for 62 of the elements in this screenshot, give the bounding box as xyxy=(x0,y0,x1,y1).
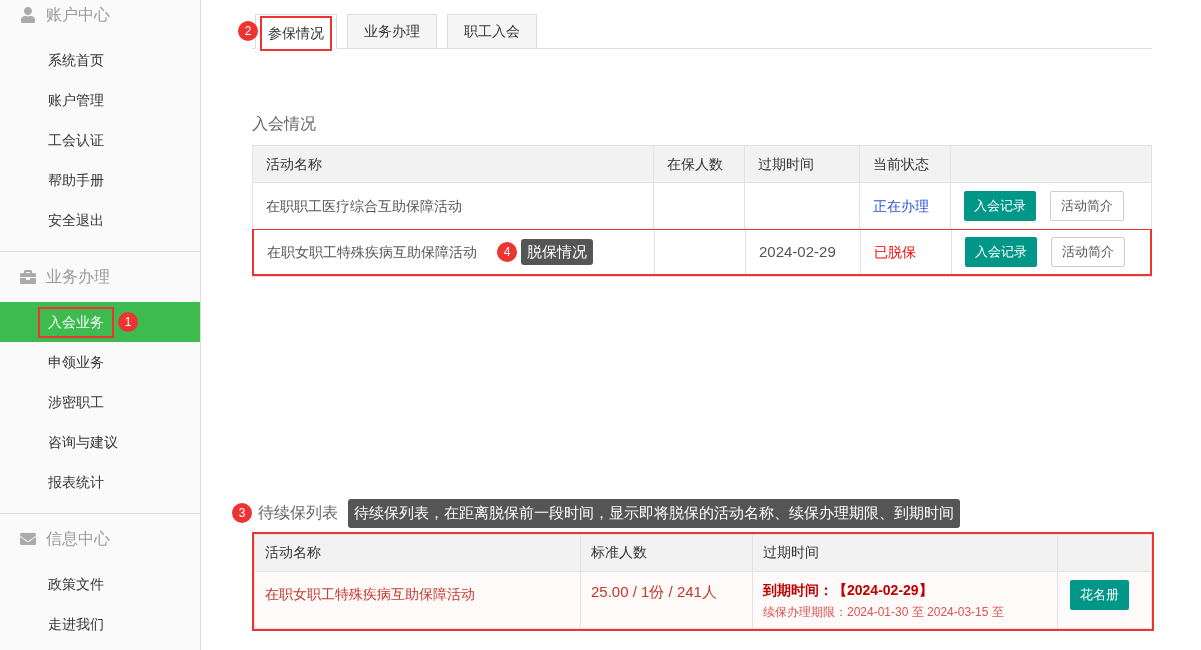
section-title: 待续保列表 xyxy=(258,503,338,524)
briefcase-icon xyxy=(20,269,36,285)
sidebar-item-label: 报表统计 xyxy=(47,472,105,492)
annotation-number: 3 xyxy=(232,503,252,524)
column-header: 活动名称 xyxy=(253,146,654,182)
due-date: 到期时间：【2024-02-29】 xyxy=(763,580,933,600)
sidebar-item[interactable]: 报表统计 xyxy=(0,462,200,502)
annotation-tooltip: 脱保情况 xyxy=(521,238,593,266)
table-cell-text: 在职女职工特殊疾病互助保障活动 xyxy=(267,242,477,262)
table-cell-text: 2024-02-29 xyxy=(759,241,836,262)
sidebar-item-label: 咨询与建议 xyxy=(47,432,119,452)
annotation-number: 1 xyxy=(118,312,138,332)
sidebar-item[interactable]: 申领业务 xyxy=(0,342,200,382)
tab[interactable]: 参保情况 xyxy=(255,14,337,49)
column-header: 当前状态 xyxy=(860,146,951,182)
sidebar-item-label: 工会认证 xyxy=(47,130,105,150)
sidebar-item[interactable]: 安全退出 xyxy=(0,200,200,240)
table-cell: 25.00 / 1份 / 241人 xyxy=(591,582,717,600)
sidebar-group-title: 信息中心 xyxy=(46,529,110,549)
sidebar-item-label: 政策文件 xyxy=(47,574,105,594)
sidebar-item-label: 走进我们 xyxy=(47,614,105,634)
sidebar-item-label: 入会业务 xyxy=(40,308,112,336)
envelope-icon xyxy=(20,531,36,547)
column-header: 标准人数 xyxy=(581,534,753,571)
sidebar-item-label: 申领业务 xyxy=(47,352,105,372)
tab[interactable]: 职工入会 xyxy=(447,14,537,49)
annotation-tooltip: 待续保列表，在距离脱保前一段时间，显示即将脱保的活动名称、续保办理期限、到期时间 xyxy=(348,499,960,528)
sidebar-group-title: 账户中心 xyxy=(46,5,110,25)
renewal-period: 续保办理期限：2024-01-30 至 2024-03-15 至 xyxy=(763,603,1004,621)
intro-button[interactable]: 活动简介 xyxy=(1051,237,1125,267)
annotation-number: 2 xyxy=(238,21,258,41)
sidebar-item[interactable]: 帮助手册 xyxy=(0,160,200,200)
record-button[interactable]: 入会记录 xyxy=(965,237,1037,267)
roster-button[interactable]: 花名册 xyxy=(1070,579,1129,610)
section-title: 入会情况 xyxy=(252,114,317,134)
status-text: 正在办理 xyxy=(873,196,929,216)
sidebar-item[interactable]: 走进我们 xyxy=(0,604,200,644)
annotation-number: 4 xyxy=(497,242,517,262)
sidebar-item[interactable]: 入会业务 1 xyxy=(0,302,200,342)
sidebar-item[interactable]: 涉密职工 xyxy=(0,382,200,422)
sidebar-group-title: 业务办理 xyxy=(46,267,110,287)
table-cell-text: 在职职工医疗综合互助保障活动 xyxy=(266,196,462,216)
sidebar-item-label: 账户管理 xyxy=(47,90,105,110)
record-button[interactable]: 入会记录 xyxy=(964,191,1036,221)
sidebar-item[interactable]: 咨询与建议 xyxy=(0,422,200,462)
column-header: 过期时间 xyxy=(745,146,860,182)
user-icon xyxy=(20,7,36,23)
sidebar-item[interactable]: 工会认证 xyxy=(0,120,200,160)
column-header: 在保人数 xyxy=(654,146,745,182)
sidebar-item[interactable]: 系统首页 xyxy=(0,40,200,80)
sidebar-item-label: 系统首页 xyxy=(47,50,105,70)
tab[interactable]: 业务办理 xyxy=(347,14,437,49)
sidebar-item[interactable]: 政策文件 xyxy=(0,564,200,604)
sidebar-item-label: 帮助手册 xyxy=(47,170,105,190)
table-cell: 在职女职工特殊疾病互助保障活动 xyxy=(265,585,475,602)
sidebar-item-label: 安全退出 xyxy=(47,210,105,230)
sidebar-item-label: 涉密职工 xyxy=(47,392,105,412)
status-text: 已脱保 xyxy=(874,242,916,262)
intro-button[interactable]: 活动简介 xyxy=(1050,191,1124,221)
sidebar-item[interactable]: 账户管理 xyxy=(0,80,200,120)
column-header: 活动名称 xyxy=(255,534,581,571)
column-header: 过期时间 xyxy=(753,534,1058,571)
